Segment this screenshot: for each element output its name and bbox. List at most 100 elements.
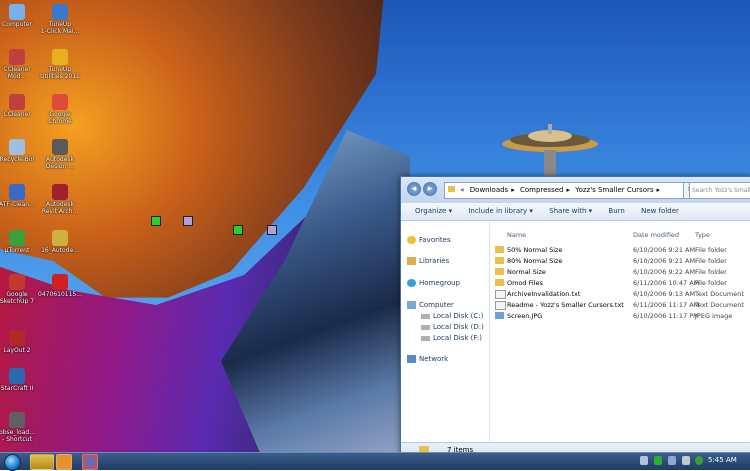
nav-item-disk-f[interactable]: Local Disk (F:) xyxy=(421,334,482,342)
desktop-icon-label: TuneUp Utilities 2011 xyxy=(40,66,80,80)
desktop-icon-label: 16_Autode... xyxy=(41,247,79,254)
desktop-icon-ccleaner-mod[interactable]: CCleaner Mod... xyxy=(0,49,39,80)
file-row[interactable]: Readme - Yozz's Smaller Cursors.txt 6/11/… xyxy=(490,300,750,310)
desktop-icon-label: CCleaner xyxy=(3,111,31,118)
taskbar-media-button[interactable] xyxy=(56,454,72,470)
desktop-icon-recycle-bin[interactable]: Recycle Bin xyxy=(0,139,39,163)
desktop-icon-label: 0470610115... xyxy=(38,291,82,298)
file-row[interactable]: Omod Files 6/11/2006 10:47 AM File folder xyxy=(490,278,750,288)
folder-icon xyxy=(495,268,504,275)
cursor-preview-4 xyxy=(267,225,277,235)
breadcrumb-compressed[interactable]: Compressed xyxy=(520,186,564,194)
desktop-icon-starcraft[interactable]: StarCraft II xyxy=(0,368,39,392)
breadcrumb-downloads[interactable]: Downloads xyxy=(470,186,508,194)
file-date: 6/11/2006 10:47 AM xyxy=(633,279,700,287)
file-name: 80% Normal Size xyxy=(507,257,563,265)
taskbar-chrome-button[interactable] xyxy=(82,454,98,470)
nav-item-disk-c[interactable]: Local Disk (C:) xyxy=(421,312,483,320)
nav-item-favorites[interactable]: Favorites xyxy=(407,236,451,244)
disk-icon xyxy=(421,324,430,330)
nav-item-libraries[interactable]: Libraries xyxy=(407,257,449,265)
star-icon xyxy=(407,236,416,244)
desktop-icon-utorrent[interactable]: µTorrent xyxy=(0,230,39,254)
forward-button[interactable]: ▸ xyxy=(423,182,437,196)
tray-green-icon[interactable] xyxy=(654,456,662,465)
desktop-icon-ccleaner[interactable]: CCleaner xyxy=(0,94,39,118)
nav-item-network[interactable]: Network xyxy=(407,355,448,363)
search-input[interactable]: Search Yozz's Smaller Cursors xyxy=(689,182,750,199)
desktop-icon-autode-file[interactable]: 16_Autode... xyxy=(38,230,82,254)
desktop-icon-google-sketchup[interactable]: Google SketchUp 7 xyxy=(0,274,39,305)
tray-show-hidden-icon[interactable] xyxy=(640,456,648,465)
desktop-icon-autodesk-revit[interactable]: Autodesk Revit Arch... xyxy=(38,184,82,215)
back-button[interactable]: ◂ xyxy=(407,182,421,196)
taskbar-clock[interactable]: 5:45 AM xyxy=(708,456,737,464)
file-row[interactable]: 50% Normal Size 6/10/2006 9:21 AM File fol… xyxy=(490,245,750,255)
autodesk-design-icon xyxy=(52,139,68,155)
tray-volume-icon[interactable] xyxy=(682,456,690,465)
disk-icon xyxy=(421,335,430,341)
new-folder-button[interactable]: New folder xyxy=(641,203,679,220)
nav-item-computer[interactable]: Computer xyxy=(407,301,454,309)
share-with-button[interactable]: Share with ▾ xyxy=(549,203,592,220)
homegroup-icon xyxy=(407,279,416,287)
file-name: Screen.JPG xyxy=(507,312,543,320)
desktop-icon-label: CCleaner Mod... xyxy=(3,66,31,80)
command-bar: Organize ▾ Include in library ▾ Share wi… xyxy=(401,203,750,221)
image-file-icon xyxy=(495,312,504,319)
desktop-icon-autodesk-design[interactable]: Autodesk Design ... xyxy=(38,139,82,170)
file-name: Omod Files xyxy=(507,279,543,287)
file-type: File folder xyxy=(695,257,727,265)
nav-item-disk-d[interactable]: Local Disk (D:) xyxy=(421,323,484,331)
burn-button[interactable]: Burn xyxy=(608,203,624,220)
taskbar: 5:45 AM xyxy=(0,452,750,471)
file-row[interactable]: ArchiveInvalidation.txt 6/10/2006 9:13 AM… xyxy=(490,289,750,299)
folder-icon xyxy=(495,279,504,286)
column-header-type[interactable]: Type xyxy=(695,231,710,239)
desktop-icon-label: TuneUp 1-Click Mai... xyxy=(40,21,80,35)
column-header-name[interactable]: Name xyxy=(507,231,526,239)
desktop-icon-label: Google Chrome xyxy=(48,111,72,125)
organize-button[interactable]: Organize ▾ xyxy=(415,203,452,220)
file-date: 6/10/2006 11:17 PM xyxy=(633,312,699,320)
tray-utorrent-icon[interactable] xyxy=(695,456,703,465)
disk-icon xyxy=(421,313,430,319)
text-file-icon xyxy=(495,301,506,310)
recycle-bin-icon xyxy=(9,139,25,155)
cursor-preview-3 xyxy=(233,225,243,235)
desktop-icon-atf-cleaner[interactable]: ATF-Clean... xyxy=(0,184,39,208)
text-file-icon xyxy=(495,290,506,299)
desktop-icon-obse-loader[interactable]: obse_load... - Shortcut xyxy=(0,412,39,443)
desktop-icon-label: StarCraft II xyxy=(0,385,34,392)
desktop-icon-computer[interactable]: Computer xyxy=(0,4,39,28)
desktop-icon-tuneup-utilities[interactable]: TuneUp Utilities 2011 xyxy=(38,49,82,80)
ccleaner-mod-icon xyxy=(9,49,25,65)
file-type: Text Document xyxy=(695,290,744,298)
file-row[interactable]: 80% Normal Size 6/10/2006 9:21 AM File fol… xyxy=(490,256,750,266)
desktop-icon-google-chrome[interactable]: Google Chrome xyxy=(38,94,82,125)
file-date: 6/10/2006 9:22 AM xyxy=(633,268,696,276)
include-in-library-button[interactable]: Include in library ▾ xyxy=(468,203,533,220)
file-name: ArchiveInvalidation.txt xyxy=(507,290,581,298)
nav-item-homegroup[interactable]: Homegroup xyxy=(407,279,460,287)
column-header-date[interactable]: Date modified xyxy=(633,231,679,239)
library-icon xyxy=(407,257,416,265)
tuneup-utilities-icon xyxy=(52,49,68,65)
folder-icon xyxy=(495,257,504,264)
desktop-icon-pdf-file[interactable]: 0470610115... xyxy=(38,274,82,298)
autodesk-revit-icon xyxy=(52,184,68,200)
file-type: Text Document xyxy=(695,301,744,309)
start-button[interactable] xyxy=(4,454,21,471)
file-name: Normal Size xyxy=(507,268,546,276)
file-date: 6/10/2006 9:13 AM xyxy=(633,290,696,298)
file-row[interactable]: Normal Size 6/10/2006 9:22 AM File folder xyxy=(490,267,750,277)
breadcrumb-current[interactable]: Yozz's Smaller Cursors xyxy=(575,186,653,194)
tray-network-icon[interactable] xyxy=(668,456,676,465)
file-row[interactable]: Screen.JPG 6/10/2006 11:17 PM JPEG image xyxy=(490,311,750,321)
desktop-icon-tuneup-1-click[interactable]: TuneUp 1-Click Mai... xyxy=(38,4,82,35)
computer-icon xyxy=(407,301,416,309)
address-bar[interactable]: « Downloads ▸ Compressed ▸ Yozz's Smaller … xyxy=(444,182,684,199)
taskbar-explorer-button[interactable] xyxy=(30,454,54,470)
pdf-file-icon xyxy=(52,274,68,290)
desktop-icon-layout[interactable]: LayOut 2 xyxy=(0,330,39,354)
